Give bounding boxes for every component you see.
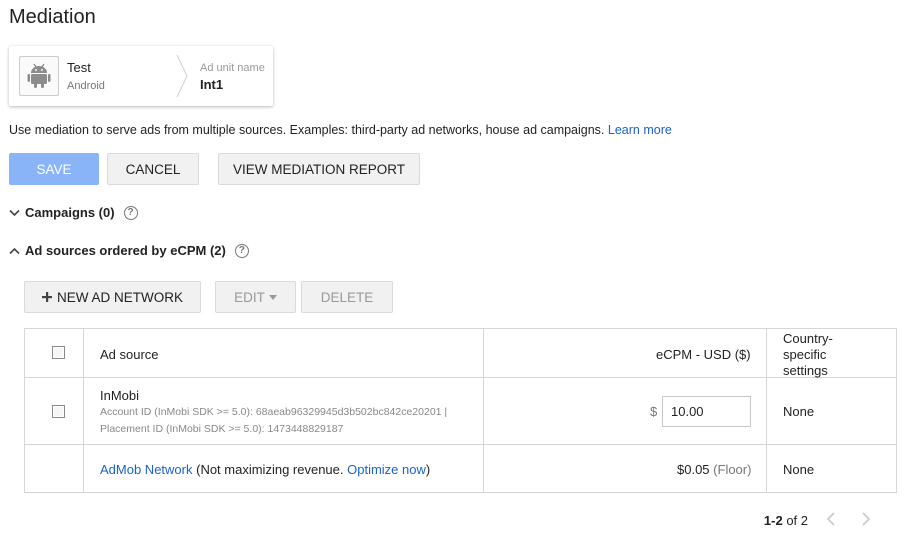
caret-down-icon: [268, 294, 277, 300]
cancel-button[interactable]: CANCEL: [107, 153, 199, 185]
admob-note-end: ): [425, 462, 431, 477]
country-settings-link[interactable]: None: [783, 404, 814, 419]
delete-button[interactable]: DELETE: [301, 281, 393, 313]
inmobi-account-id: Account ID (InMobi SDK >= 5.0): 68aeab96…: [100, 406, 448, 418]
app-ad-unit-card: Test Android Ad unit name Int1: [9, 46, 273, 106]
admob-note: (Not maximizing revenue.: [196, 462, 344, 477]
optimize-now-link[interactable]: Optimize now: [347, 462, 426, 477]
ad-sources-section-title: Ad sources ordered by eCPM (2): [25, 243, 226, 258]
android-icon: [19, 56, 59, 96]
app-name: Test: [67, 60, 91, 75]
edit-button[interactable]: EDIT: [215, 281, 296, 313]
inmobi-placement-id: Placement ID (InMobi SDK >= 5.0): 147344…: [100, 423, 344, 435]
chevron-down-icon: [9, 209, 20, 216]
ad-source-name-admob[interactable]: AdMob Network: [100, 462, 192, 477]
learn-more-link[interactable]: Learn more: [608, 123, 672, 137]
edit-label: EDIT: [234, 289, 265, 305]
pagination-status: 1-2 of 2: [764, 513, 808, 528]
new-ad-network-button[interactable]: NEW AD NETWORK: [24, 281, 201, 313]
page-title: Mediation: [9, 6, 96, 28]
admob-ecpm: $0.05 (Floor): [677, 462, 751, 477]
ecpm-input[interactable]: [662, 396, 751, 427]
ad-unit-name: Int1: [200, 77, 224, 92]
ad-sources-section-toggle[interactable]: Ad sources ordered by eCPM (2) ?: [9, 243, 249, 258]
save-button[interactable]: SAVE: [9, 153, 99, 185]
country-settings-link[interactable]: None: [783, 462, 814, 477]
ad-source-name-inmobi[interactable]: InMobi: [100, 388, 139, 403]
new-ad-network-label: NEW AD NETWORK: [56, 289, 183, 305]
help-icon[interactable]: ?: [123, 205, 138, 220]
admob-ecpm-note: (Floor): [713, 462, 752, 477]
campaigns-section-title: Campaigns (0): [25, 205, 115, 220]
ad-unit-label: Ad unit name: [200, 62, 265, 74]
plus-icon: [41, 292, 52, 302]
chevron-up-icon: [9, 247, 20, 254]
chevron-left-icon[interactable]: [826, 512, 836, 531]
admob-ecpm-value: $0.05: [677, 462, 710, 477]
country-header-line: Country-: [783, 331, 833, 346]
campaigns-section-toggle[interactable]: Campaigns (0) ?: [9, 205, 138, 220]
view-mediation-report-button[interactable]: VIEW MEDIATION REPORT: [218, 153, 420, 185]
help-icon[interactable]: ?: [234, 243, 249, 258]
pagination-range: 1-2: [763, 513, 783, 528]
country-settings-header: Country- specific settings: [783, 331, 833, 379]
description-text: Use mediation to serve ads from multiple…: [9, 123, 605, 137]
select-all-checkbox[interactable]: [52, 346, 65, 359]
country-header-line: settings: [783, 363, 828, 378]
pagination-total: of 2: [786, 513, 808, 528]
ad-source-admob: AdMob Network (Not maximizing revenue. O…: [100, 462, 430, 477]
chevron-right-icon[interactable]: [861, 512, 871, 531]
ad-source-header: Ad source: [100, 347, 159, 362]
breadcrumb-separator-icon: [176, 54, 188, 98]
app-platform: Android: [67, 80, 105, 92]
row-checkbox[interactable]: [52, 405, 65, 418]
ad-sources-table: Ad source eCPM - USD ($) Country- specif…: [24, 328, 897, 493]
description: Use mediation to serve ads from multiple…: [9, 123, 672, 137]
country-header-line: specific: [783, 347, 827, 362]
ecpm-header: eCPM - USD ($): [656, 347, 751, 362]
currency-symbol: $: [650, 404, 658, 419]
